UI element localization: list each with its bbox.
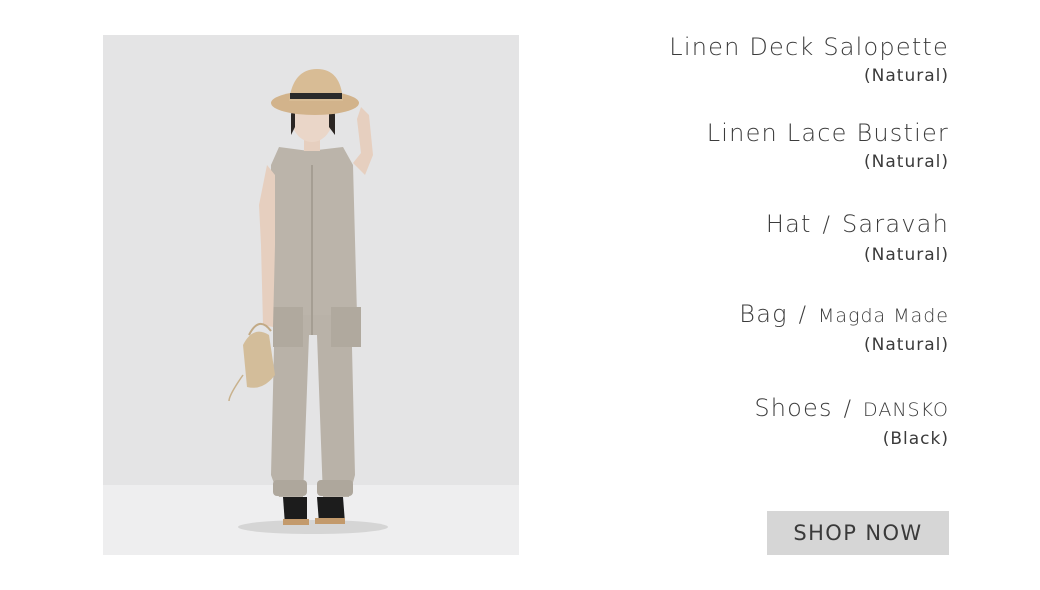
item-title: Shoes [754,394,833,422]
item-color: (Natural) [864,245,949,265]
item-separator: / [843,397,853,422]
list-item: Linen Deck Salopette (Natural) [669,30,949,88]
item-name: Hat / Saravah [766,207,949,243]
item-name: Bag / Magda Made [739,297,949,333]
product-photo [103,35,519,555]
item-title: Bag [739,300,788,328]
item-name: Shoes / DANSKO [754,391,949,427]
item-color: (Black) [882,429,949,449]
list-item: Linen Lace Bustier (Natural) [707,116,949,174]
item-separator: / [798,303,808,328]
item-brand: Magda Made [818,305,949,327]
item-color: (Natural) [864,152,949,172]
outfit-page: Linen Deck Salopette (Natural) Linen Lac… [0,0,1040,590]
item-name: Linen Lace Bustier [707,116,949,150]
item-brand: DANSKO [863,399,949,421]
item-name: Linen Deck Salopette [669,30,949,64]
item-color: (Natural) [864,66,949,86]
item-title: Hat [765,210,812,238]
shop-now-button[interactable]: SHOP NOW [767,511,949,555]
list-item: Shoes / DANSKO (Black) [754,391,949,451]
item-color: (Natural) [864,335,949,355]
item-title: Linen Deck Salopette [669,33,949,61]
item-title: Linen Lace Bustier [706,119,949,147]
item-brand: Saravah [841,210,949,238]
list-item: Hat / Saravah (Natural) [766,207,949,267]
item-separator: / [822,213,832,238]
list-item: Bag / Magda Made (Natural) [739,297,949,357]
model-photo-illustration [103,35,519,555]
